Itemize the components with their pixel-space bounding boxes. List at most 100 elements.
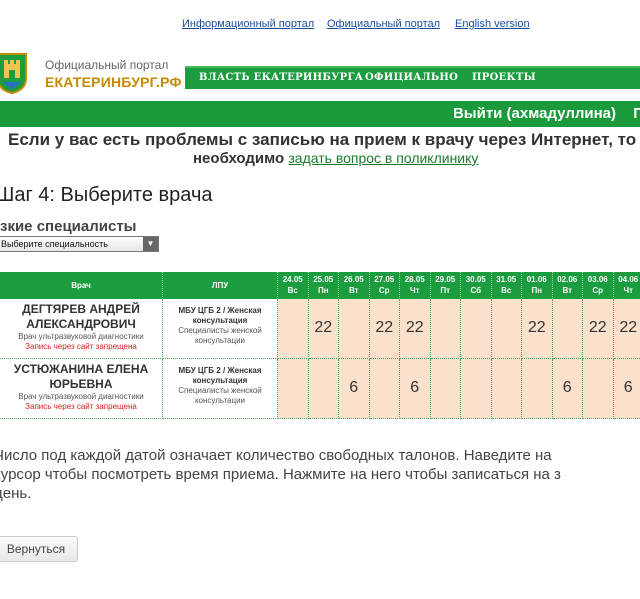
header-date: 04.06 Чт	[613, 272, 640, 299]
header-date-value: 04.06	[618, 275, 639, 284]
slot-cell[interactable]: 6	[339, 359, 370, 419]
header-date-day: Вт	[562, 286, 573, 295]
lpu-department: Специалисты женской консультации	[178, 326, 262, 345]
header-date-value: 01.06	[526, 275, 547, 284]
header-date-value: 27.05	[374, 275, 395, 284]
slot-cell	[430, 299, 461, 359]
chevron-down-icon: ▼	[143, 237, 158, 251]
header-date: 02.06 Вт	[552, 272, 583, 299]
user-bar-extra-link[interactable]: П	[633, 105, 640, 122]
slot-cell	[461, 359, 492, 419]
header-date: 25.05 Пн	[308, 272, 339, 299]
doctor-name: ДЕГТЯРЕВ АНДРЕЙ АЛЕКСАНДРОВИЧ	[22, 302, 140, 331]
nav-item-projects[interactable]: ПРОЕКТЫ	[472, 72, 536, 83]
header-date-value: 26.05	[343, 275, 364, 284]
header-date-day: Ср	[592, 286, 604, 295]
lpu-cell: МБУ ЦГБ 2 / Женская консультация Специали…	[163, 359, 278, 419]
slot-cell	[522, 359, 553, 419]
slot-cell[interactable]: 22	[522, 299, 553, 359]
info-line: день.	[0, 485, 32, 502]
info-line: Число под каждой датой означает количест…	[0, 447, 552, 464]
header-date-day: Чт	[409, 286, 420, 295]
header-date: 27.05 Ср	[369, 272, 400, 299]
info-portal-link[interactable]: Информационный портал	[182, 18, 314, 30]
city-crest-icon	[0, 53, 27, 94]
slot-cell	[369, 359, 400, 419]
doctor-role: Врач ультразвуковой диагностики	[18, 392, 144, 401]
slot-cell[interactable]: 6	[613, 359, 640, 419]
slot-cell[interactable]: 22	[583, 299, 614, 359]
header-date-day: Чт	[623, 286, 634, 295]
slot-cell	[278, 299, 309, 359]
logo-subtitle: Официальный портал	[45, 58, 169, 72]
header-lpu: ЛПУ	[163, 272, 278, 299]
specialty-section-title: зкие специалисты	[0, 218, 137, 235]
lpu-name: МБУ ЦГБ 2 / Женская консультация	[178, 366, 262, 385]
header-date-value: 03.06	[587, 275, 608, 284]
header-date: 28.05 Чт	[400, 272, 431, 299]
site-logo[interactable]: Официальный портал ЕКАТЕРИНБУРГ.РФ	[0, 52, 182, 96]
header-date-day: Пн	[317, 286, 329, 295]
booking-restricted-note: Запись через сайт запрещена	[25, 402, 137, 411]
header-date-day: Вт	[348, 286, 359, 295]
doctor-cell[interactable]: УСТЮЖАНИНА ЕЛЕНА ЮРЬЕВНА Врач ультразвуко…	[0, 359, 163, 419]
notice-line-2: необходимо задать вопрос в поликлинику	[193, 150, 478, 167]
header-date-day: Ср	[378, 286, 390, 295]
slot-cell	[552, 299, 583, 359]
info-text: Число под каждой датой означает количест…	[0, 446, 640, 503]
booking-restricted-note: Запись через сайт запрещена	[25, 342, 137, 351]
header-date: 30.05 Сб	[461, 272, 492, 299]
header-doctor: Врач	[0, 272, 163, 299]
slot-cell[interactable]: 22	[400, 299, 431, 359]
slot-cell	[308, 359, 339, 419]
slot-cell	[583, 359, 614, 419]
header-date-day: Пн	[531, 286, 543, 295]
header-date-value: 31.05	[496, 275, 517, 284]
header-date-value: 28.05	[404, 275, 425, 284]
doctor-cell[interactable]: ДЕГТЯРЕВ АНДРЕЙ АЛЕКСАНДРОВИЧ Врач ультра…	[0, 299, 163, 359]
slot-cell	[430, 359, 461, 419]
top-links: Информационный портал Официальный портал…	[0, 18, 640, 32]
page-title: Шаг 4: Выберите врача	[0, 184, 213, 206]
slot-cell[interactable]: 6	[552, 359, 583, 419]
header-date: 29.05 Пт	[430, 272, 461, 299]
doctor-name: УСТЮЖАНИНА ЕЛЕНА ЮРЬЕВНА	[13, 362, 149, 391]
header-date-value: 25.05	[313, 275, 334, 284]
header-date-value: 29.05	[435, 275, 456, 284]
logout-link[interactable]: Выйти (ахмадуллина)	[453, 105, 616, 122]
header-date: 01.06 Пн	[522, 272, 553, 299]
nav-item-city-government[interactable]: ВЛАСТЬ ЕКАТЕРИНБУРГА	[199, 72, 363, 83]
slot-cell	[491, 299, 522, 359]
slot-cell[interactable]: 22	[613, 299, 640, 359]
user-bar: Выйти (ахмадуллина) П	[0, 101, 640, 127]
english-version-link[interactable]: English version	[455, 18, 530, 30]
doctor-role: Врач ультразвуковой диагностики	[18, 332, 144, 341]
ask-clinic-link[interactable]: задать вопрос в поликлинику	[288, 150, 478, 166]
back-button[interactable]: Вернуться	[0, 536, 78, 562]
lpu-department: Специалисты женской консультации	[178, 386, 262, 405]
slot-cell[interactable]: 22	[369, 299, 400, 359]
slot-cell[interactable]: 6	[400, 359, 431, 419]
header-date-day: Сб	[470, 286, 482, 295]
header-date: 31.05 Вс	[491, 272, 522, 299]
header-date: 24.05 Вс	[278, 272, 309, 299]
specialty-select[interactable]: Выберите специальность ▼	[0, 236, 159, 252]
notice-line-1: Если у вас есть проблемы с записью на пр…	[8, 130, 637, 149]
slot-cell	[339, 299, 370, 359]
logo-title: ЕКАТЕРИНБУРГ.РФ	[45, 74, 182, 90]
notice-bold-text: необходимо	[193, 150, 285, 167]
slot-cell	[278, 359, 309, 419]
slot-cell	[461, 299, 492, 359]
header-date-value: 02.06	[557, 275, 578, 284]
header-date-value: 30.05	[465, 275, 486, 284]
slot-cell	[491, 359, 522, 419]
header-date: 03.06 Ср	[583, 272, 614, 299]
info-line: курсор чтобы посмотреть время приема. На…	[0, 466, 561, 483]
official-portal-link[interactable]: Официальный портал	[327, 18, 440, 30]
specialty-select-value: Выберите специальность	[1, 239, 108, 249]
nav-item-official[interactable]: ОФИЦИАЛЬНО	[365, 72, 458, 83]
header-date: 26.05 Вт	[339, 272, 370, 299]
slot-cell[interactable]: 22	[308, 299, 339, 359]
lpu-name: МБУ ЦГБ 2 / Женская консультация	[178, 306, 262, 325]
header-date-day: Пт	[440, 286, 451, 295]
